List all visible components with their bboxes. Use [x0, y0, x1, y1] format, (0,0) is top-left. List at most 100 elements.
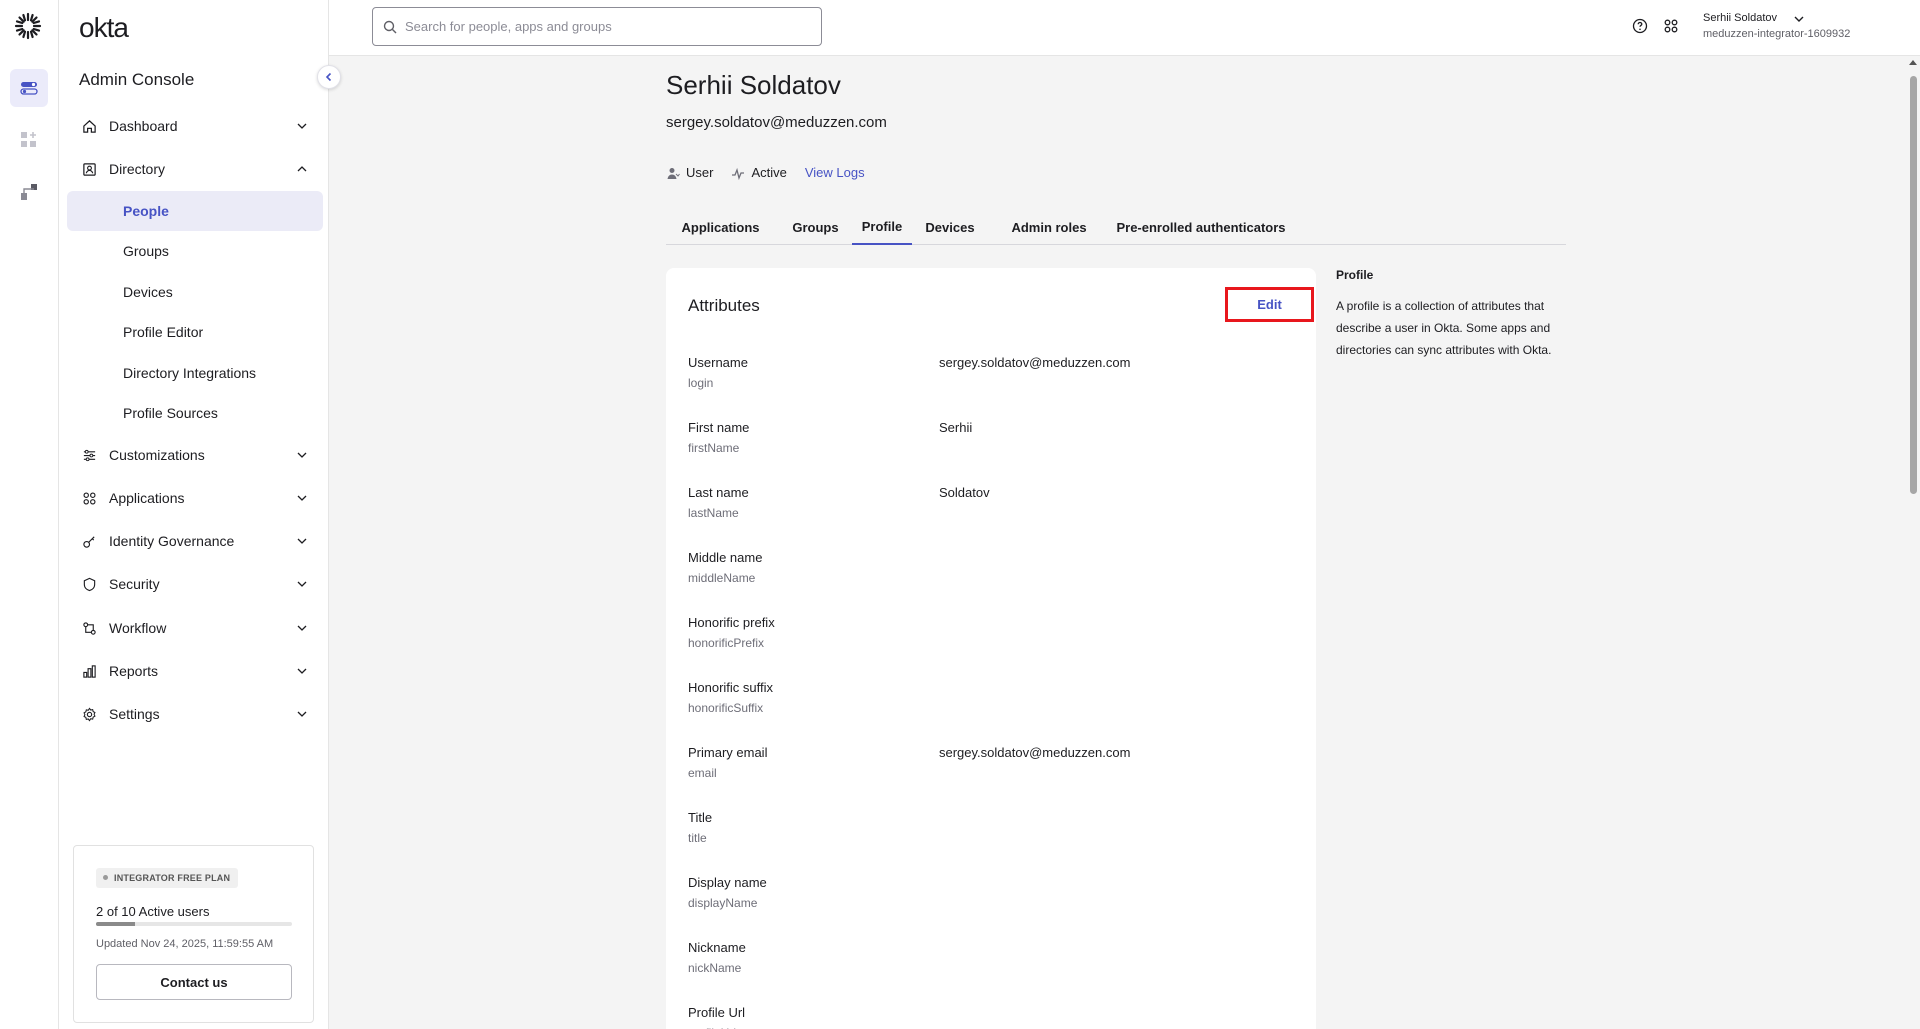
nav-label: Directory — [109, 161, 166, 177]
tab-applications[interactable]: Applications — [666, 210, 775, 245]
help-icon[interactable] — [1631, 17, 1649, 35]
attribute-label: Nickname — [688, 940, 746, 955]
chevron-down-icon — [297, 711, 307, 717]
search-box[interactable] — [372, 7, 822, 46]
attribute-value: sergey.soldatov@meduzzen.com — [939, 355, 1131, 370]
attribute-key: middleName — [688, 571, 756, 585]
chevron-down-icon — [297, 625, 307, 631]
attribute-row: Honorific suffix honorificSuffix — [688, 680, 1288, 730]
sidebar-item-profile-editor[interactable]: Profile Editor — [67, 312, 323, 352]
nav-workflow[interactable]: Workflow — [67, 609, 323, 647]
edit-button[interactable]: Edit — [1225, 287, 1314, 322]
nav-reports[interactable]: Reports — [67, 652, 323, 690]
attribute-key: email — [688, 766, 717, 780]
sidebar-item-groups[interactable]: Groups — [67, 231, 323, 271]
admin-console-toggle-icon[interactable] — [10, 69, 48, 107]
gear-icon — [81, 706, 97, 722]
apps-grid-icon — [81, 490, 97, 506]
attribute-row: Nickname nickName — [688, 940, 1288, 990]
chevron-up-icon — [297, 166, 307, 172]
app-switcher-icon[interactable] — [1662, 17, 1680, 35]
user-email: sergey.soldatov@meduzzen.com — [666, 114, 887, 131]
attribute-value: sergey.soldatov@meduzzen.com — [939, 745, 1131, 760]
account-name[interactable]: Serhii Soldatov — [1703, 12, 1777, 24]
home-icon — [81, 118, 97, 134]
nav-label: Customizations — [109, 447, 205, 463]
search-input[interactable] — [405, 19, 805, 34]
scroll-up-icon[interactable] — [1909, 60, 1917, 65]
page-title: Serhii Soldatov — [666, 70, 841, 100]
user-status-label: Active — [751, 165, 787, 180]
attribute-label: Profile Url — [688, 1005, 746, 1020]
sidebar-item-devices[interactable]: Devices — [67, 272, 323, 312]
tab-admin-roles[interactable]: Admin roles — [1006, 210, 1092, 245]
attribute-label: First name — [688, 420, 750, 435]
sidebar-item-people[interactable]: People — [67, 191, 323, 231]
attribute-key: nickName — [688, 961, 742, 975]
plan-badge: INTEGRATOR FREE PLAN — [96, 868, 239, 888]
org-name: meduzzen-integrator-1609932 — [1703, 28, 1851, 40]
nav-security[interactable]: Security — [67, 565, 323, 603]
user-type: User — [666, 165, 713, 180]
sidebar-item-directory-integrations[interactable]: Directory Integrations — [67, 353, 323, 393]
nav-label: Identity Governance — [109, 533, 235, 549]
scroll-thumb[interactable] — [1910, 76, 1917, 494]
chevron-down-icon[interactable] — [1792, 12, 1806, 26]
page-scrollbar[interactable] — [1906, 56, 1920, 1029]
attribute-label: Middle name — [688, 550, 763, 565]
sidebar-item-profile-sources[interactable]: Profile Sources — [67, 393, 323, 433]
nav-identity-governance[interactable]: Identity Governance — [67, 522, 323, 560]
attribute-row: Title title — [688, 810, 1288, 860]
user-tabs: Applications Groups Profile Devices Admi… — [666, 210, 1566, 245]
attribute-value: Soldatov — [939, 485, 990, 500]
attribute-key: lastName — [688, 506, 739, 520]
search-icon — [383, 20, 397, 33]
attribute-key: login — [688, 376, 714, 390]
nav-applications[interactable]: Applications — [67, 479, 323, 517]
okta-logo[interactable]: okta — [79, 12, 129, 44]
user-status-row: User Active View Logs — [666, 165, 865, 180]
chevron-down-icon — [297, 123, 307, 129]
attribute-label: Last name — [688, 485, 749, 500]
attribute-key: displayName — [688, 896, 758, 910]
contact-us-button[interactable]: Contact us — [96, 964, 292, 1000]
plan-card: INTEGRATOR FREE PLAN 2 of 10 Active user… — [73, 845, 314, 1023]
help-title: Profile — [1336, 268, 1374, 282]
tab-devices[interactable]: Devices — [916, 210, 984, 245]
nav-label: Dashboard — [109, 118, 178, 134]
workflow-icon — [81, 620, 97, 636]
nav-directory[interactable]: Directory — [67, 150, 323, 188]
attribute-row: Profile UrlprofileUrl — [688, 1005, 1288, 1029]
attribute-key: honorificPrefix — [688, 636, 765, 650]
nav-dashboard[interactable]: Dashboard — [67, 107, 323, 145]
nav-customizations[interactable]: Customizations — [67, 436, 323, 474]
add-apps-icon[interactable] — [10, 121, 48, 159]
collapse-sidebar-button[interactable] — [317, 65, 341, 89]
chevron-down-icon — [297, 668, 307, 674]
view-logs-link[interactable]: View Logs — [805, 165, 865, 180]
nav-label: Reports — [109, 663, 159, 679]
tab-pre-enrolled-authenticators[interactable]: Pre-enrolled authenticators — [1110, 210, 1292, 245]
chevron-down-icon — [297, 495, 307, 501]
attributes-card: Attributes Edit Username login sergey.sold… — [666, 268, 1316, 1029]
plan-updated: Updated Nov 24, 2025, 11:59:55 AM — [96, 938, 274, 950]
nav-settings[interactable]: Settings — [67, 695, 323, 733]
attribute-row: First name firstName Serhii — [688, 420, 1288, 470]
tab-groups[interactable]: Groups — [780, 210, 851, 245]
bar-chart-icon — [81, 663, 97, 679]
integrations-icon[interactable] — [10, 173, 48, 211]
attribute-row: Last name lastName Soldatov — [688, 485, 1288, 535]
attribute-row: Username login sergey.soldatov@meduzzen.co… — [688, 355, 1288, 405]
user-type-label: User — [686, 165, 714, 180]
attribute-value: Serhii — [939, 420, 973, 435]
attribute-label: Primary email — [688, 745, 768, 760]
nav-label: Workflow — [109, 620, 167, 636]
okta-sunburst-icon — [14, 12, 42, 40]
attribute-label: Username — [688, 355, 748, 370]
chevron-down-icon — [297, 581, 307, 587]
attribute-row: Honorific prefix honorificPrefix — [688, 615, 1288, 665]
console-title: Admin Console — [79, 70, 195, 89]
sliders-icon — [81, 447, 97, 463]
tab-profile[interactable]: Profile — [852, 210, 912, 245]
active-users-count: 2 of 10 Active users — [96, 904, 210, 919]
